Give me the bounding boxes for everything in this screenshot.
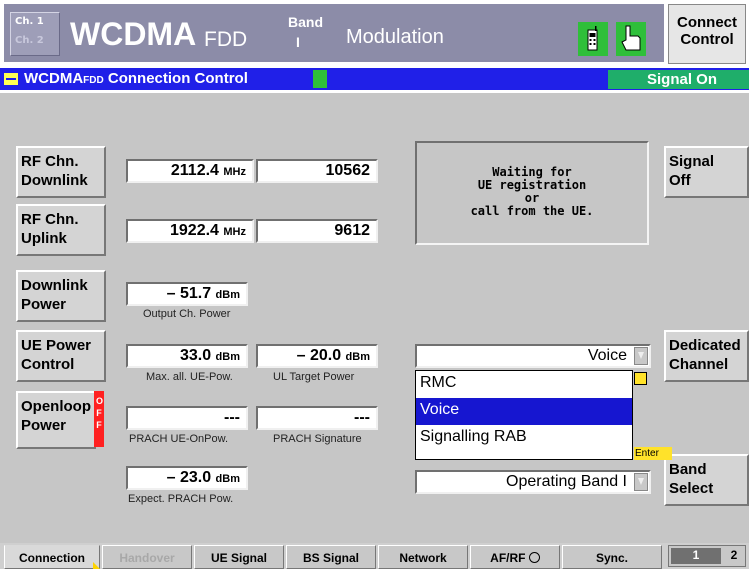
channel-1-label: Ch. 1 — [15, 16, 44, 27]
rf-uplink-button[interactable]: RF Chn. Uplink — [16, 204, 106, 256]
list-item[interactable]: Voice — [416, 398, 632, 425]
dl-channel-field[interactable]: 10562 — [256, 159, 378, 183]
panel-title-fdd: FDD — [83, 75, 104, 86]
enter-hint: Enter — [634, 447, 672, 460]
prach-signature-value: --- — [354, 409, 370, 426]
panel-title: WCDMAFDD Connection Control — [24, 70, 248, 87]
ul-target-power-value: – 20.0 — [296, 347, 342, 364]
hand-pointer-icon — [616, 22, 646, 56]
prach-signature-field[interactable]: --- — [256, 406, 378, 430]
panel-title-standard: WCDMA — [24, 70, 84, 87]
ul-frequency-value: 1922.4 — [170, 222, 219, 239]
downlink-power-button[interactable]: Downlink Power — [16, 270, 106, 322]
expected-prach-power-field[interactable]: – 23.0 dBm — [126, 466, 248, 490]
band-label: Band — [288, 14, 323, 30]
tab-af-rf-label: AF/RF — [490, 551, 526, 565]
connect-control-button[interactable]: Connect Control — [668, 4, 746, 64]
page-selector[interactable]: 1 2 — [668, 545, 746, 567]
standard-title: WCDMA — [70, 16, 197, 52]
minimize-icon[interactable] — [4, 73, 18, 85]
tab-bs-signal[interactable]: BS Signal — [286, 545, 376, 569]
max-ue-power-caption: Max. all. UE-Pow. — [146, 371, 233, 383]
signal-off-button[interactable]: Signal Off — [664, 146, 749, 198]
max-ue-power-value: 33.0 — [179, 347, 212, 364]
prach-onpow-caption: PRACH UE-OnPow. — [129, 433, 229, 445]
channel-selector[interactable]: Ch. 1 Ch. 2 — [10, 12, 60, 56]
tab-handover[interactable]: Handover — [102, 545, 192, 569]
prach-signature-caption: PRACH Signature — [273, 433, 362, 445]
dl-channel-value: 10562 — [325, 162, 371, 179]
status-message-box: Waiting for UE registration or call from… — [415, 141, 649, 245]
band-select-button[interactable]: Band Select — [664, 454, 749, 506]
standard-subtitle: FDD — [204, 28, 248, 51]
ul-frequency-unit: MHz — [223, 226, 246, 238]
openloop-state: OFF — [96, 396, 104, 430]
rf-downlink-button[interactable]: RF Chn. Downlink — [16, 146, 106, 198]
downlink-power-unit: dBm — [215, 289, 240, 301]
chevron-down-icon[interactable] — [634, 473, 648, 491]
signal-status-badge: Signal On — [608, 70, 749, 89]
expected-prach-power-unit: dBm — [215, 473, 240, 485]
expected-prach-power-caption: Expect. PRACH Pow. — [128, 493, 234, 505]
ul-channel-field[interactable]: 9612 — [256, 219, 378, 243]
channel-type-list: RMC Voice Signalling RAB — [415, 370, 633, 460]
connector-icon — [528, 552, 540, 563]
band-dropdown[interactable]: Operating Band I — [415, 470, 651, 494]
dedicated-channel-button[interactable]: Dedicated Channel — [664, 330, 749, 382]
scroll-indicator-icon — [634, 372, 647, 385]
tab-sync[interactable]: Sync. — [562, 545, 662, 569]
openloop-off-badge: OFF — [94, 391, 104, 447]
ul-target-power-caption: UL Target Power — [273, 371, 355, 383]
prach-onpow-value: --- — [224, 409, 240, 426]
list-item[interactable]: RMC — [416, 371, 632, 398]
panel-title-text: Connection Control — [107, 70, 248, 87]
mode-label: Modulation — [346, 26, 444, 48]
chevron-down-icon[interactable] — [634, 347, 648, 365]
page-2[interactable]: 2 — [725, 548, 743, 562]
phone-status-icon — [313, 70, 327, 88]
tab-network[interactable]: Network — [378, 545, 468, 569]
prach-onpow-field[interactable]: --- — [126, 406, 248, 430]
ul-target-power-field[interactable]: – 20.0 dBm — [256, 344, 378, 368]
ul-channel-value: 9612 — [334, 222, 370, 239]
tab-connection[interactable]: Connection — [4, 545, 100, 569]
phone-icon — [578, 22, 608, 56]
message-line-4: call from the UE. — [470, 204, 594, 218]
tab-ue-signal[interactable]: UE Signal — [194, 545, 284, 569]
openloop-power-button[interactable]: Openloop Power — [16, 391, 96, 449]
dl-frequency-field[interactable]: 2112.4 MHz — [126, 159, 254, 183]
channel-type-dropdown[interactable]: Voice — [415, 344, 651, 368]
channel-2-label: Ch. 2 — [15, 35, 44, 46]
max-ue-power-field[interactable]: 33.0 dBm — [126, 344, 248, 368]
downlink-power-value: – 51.7 — [166, 285, 212, 302]
downlink-power-field[interactable]: – 51.7 dBm — [126, 282, 248, 306]
mode-header: Ch. 1 Ch. 2 WCDMA FDD Band I Modulation — [4, 4, 664, 62]
ue-power-control-button[interactable]: UE Power Control — [16, 330, 106, 382]
ul-frequency-field[interactable]: 1922.4 MHz — [126, 219, 254, 243]
ul-target-power-unit: dBm — [345, 351, 370, 363]
downlink-power-caption: Output Ch. Power — [143, 308, 231, 320]
tab-af-rf[interactable]: AF/RF — [470, 545, 560, 569]
band-value: I — [296, 34, 300, 50]
list-item[interactable]: Signalling RAB — [416, 425, 632, 452]
dl-frequency-value: 2112.4 — [170, 162, 219, 179]
page-1[interactable]: 1 — [671, 548, 721, 564]
max-ue-power-unit: dBm — [215, 351, 240, 363]
divider — [0, 90, 749, 93]
dl-frequency-unit: MHz — [223, 166, 246, 178]
band-selected: Operating Band I — [506, 473, 627, 490]
expected-prach-power-value: – 23.0 — [166, 469, 212, 486]
channel-type-selected: Voice — [587, 347, 627, 364]
